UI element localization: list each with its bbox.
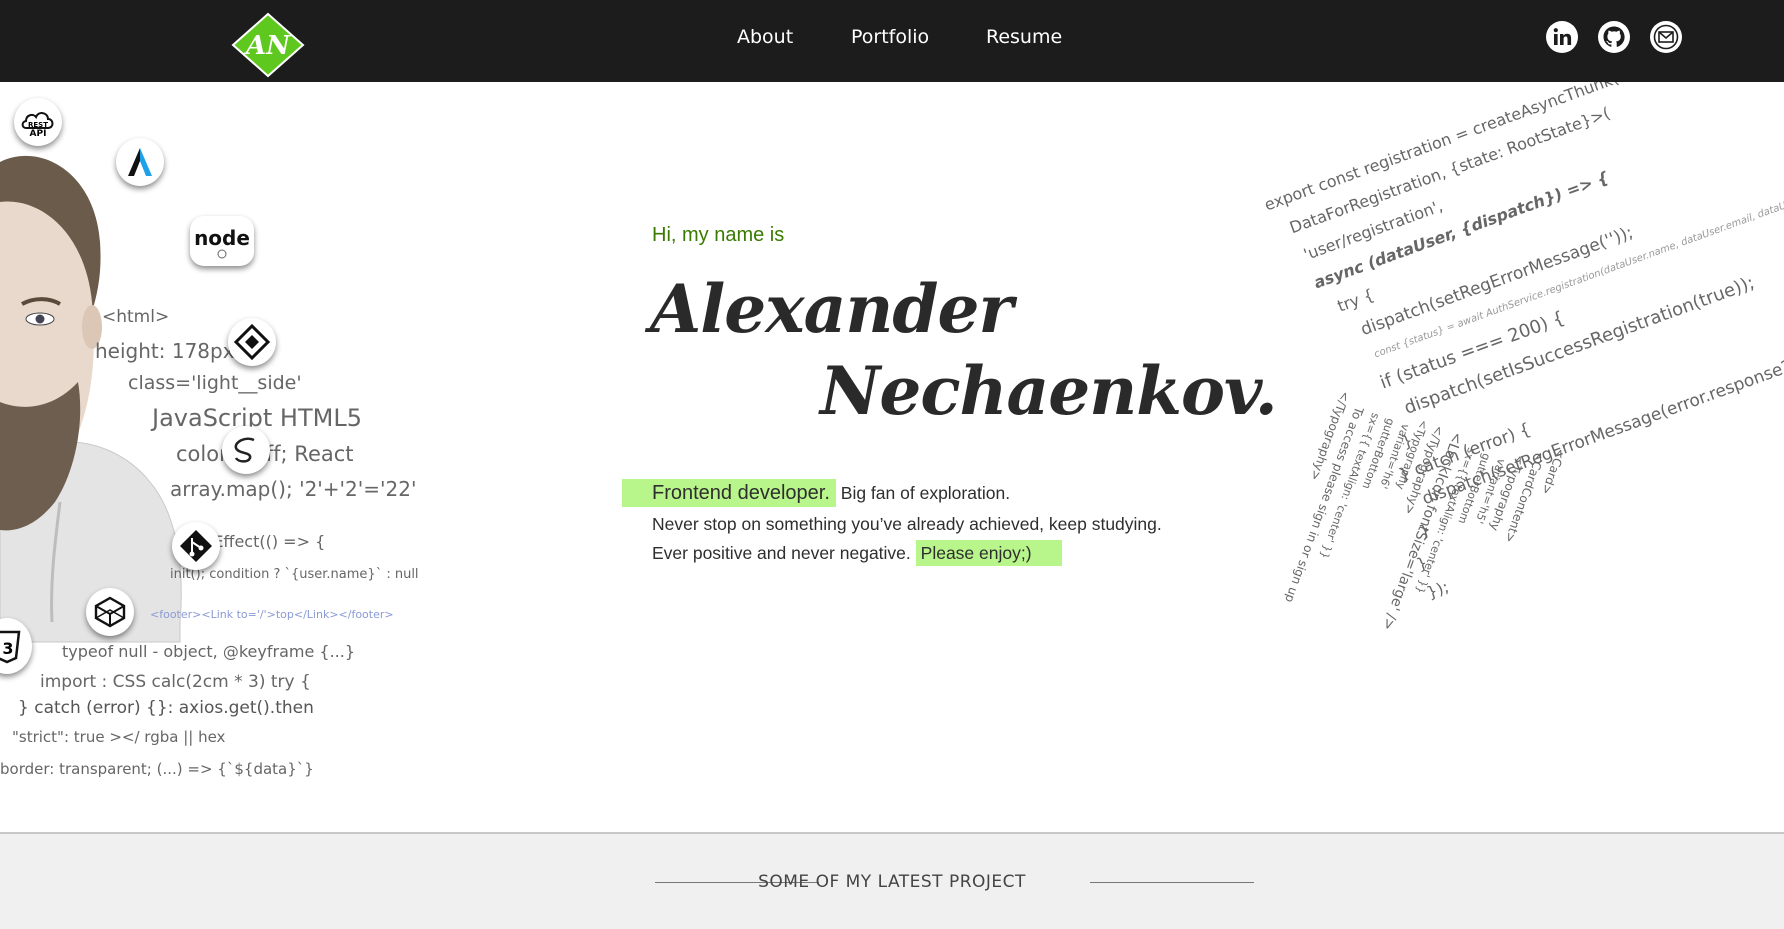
nav-resume-link[interactable]: Resume [986,26,1062,48]
code-snippet: height: 178px; [95,339,242,363]
last-name-heading: Nechaenkov. [820,352,1278,430]
svg-text:REST: REST [28,121,48,129]
section-title: SOME OF MY LATEST PROJECT [758,872,1026,892]
rest-api-icon: REST API [14,98,62,146]
codepen-icon [86,588,134,636]
first-name-heading: Alexander [650,270,1013,348]
role-highlight: Frontend developer. [622,479,836,507]
code-snippet: class='light__side' [128,372,302,394]
aurelia-icon [116,138,164,186]
code-snippet: } catch (error) {}: axios.get().then [18,698,314,718]
sass-icon [222,426,270,474]
bio-line-1: Frontend developer. Big fan of explorati… [622,479,1011,507]
nav-portfolio-link[interactable]: Portfolio [851,26,929,48]
greeting-text: Hi, my name is [652,224,785,246]
nav-about-link[interactable]: About [737,26,793,48]
skills-collage: <html> height: 178px; class='light__side… [0,82,440,832]
code-snippet: import : CSS calc(2cm * 3) try { [40,672,311,692]
latest-project-section: SOME OF MY LATEST PROJECT [0,832,1784,929]
divider-right [1090,882,1254,883]
bio-text: Ever positive and never negative. [652,543,911,563]
code-background: export const registration = createAsyncT… [1250,82,1784,802]
top-navbar: AN About Portfolio Resume [0,0,1784,82]
git-icon [172,522,220,570]
svg-text:API: API [30,129,47,139]
code-snippet: array.map(); '2'+'2'='22' [170,477,417,501]
code-snippet: <html> [102,307,170,327]
code-snippet: border: transparent; (...) => {`${data}`… [0,760,314,778]
bio-line-3: Ever positive and never negative. Please… [652,540,1062,566]
nodejs-icon: node [190,216,254,266]
logo-text: AN [243,31,291,61]
code-snippet: init(); condition ? `{user.name}` : null [170,567,419,582]
linkedin-icon[interactable] [1545,20,1579,54]
bio-text: Big fan of exploration. [840,483,1011,503]
bio-line-2: Never stop on something you’ve already a… [652,514,1162,534]
email-icon[interactable] [1649,20,1683,54]
svg-text:3: 3 [2,639,13,658]
logo-link[interactable]: AN [231,12,305,78]
code-snippet: "strict": true ></ rgba || hex [12,728,226,746]
code-snippet: typeof null - object, @keyframe {...} [62,642,355,661]
enjoy-highlight: Please enjoy;) [915,540,1062,566]
github-icon[interactable] [1597,20,1631,54]
logo-icon: AN [231,12,305,78]
api-hub-icon [228,318,276,366]
code-snippet: <footer><Link to='/'>top</Link></footer> [150,608,394,621]
svg-text:node: node [194,226,250,250]
